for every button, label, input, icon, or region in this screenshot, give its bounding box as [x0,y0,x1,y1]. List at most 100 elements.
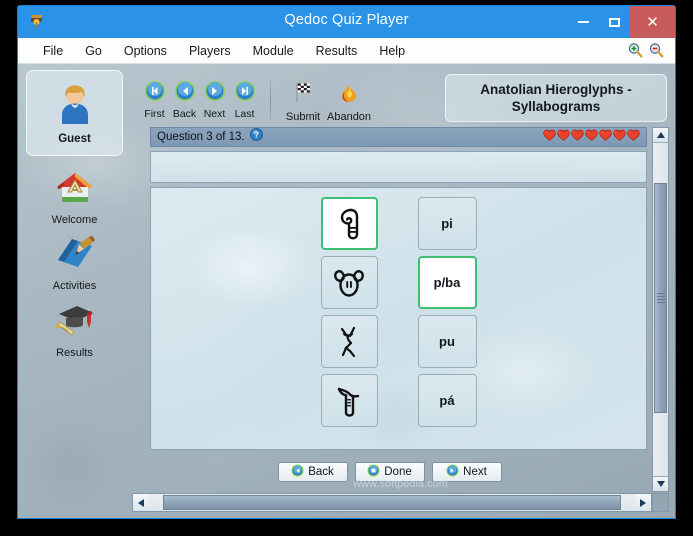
horizontal-scrollbar[interactable] [132,493,652,512]
guest-label: Guest [58,132,91,145]
quiz-button-row: Back Done Next [132,462,647,482]
book-pen-icon [53,234,97,277]
menu-item-players[interactable]: Players [178,41,242,61]
maximize-button[interactable] [599,6,630,38]
scroll-left-icon[interactable] [133,494,149,511]
previous-icon [174,80,196,107]
menu-item-options[interactable]: Options [113,41,178,61]
glyph-tile-figure[interactable] [320,315,378,368]
question-status: Question 3 of 13. [157,131,245,143]
user-avatar-icon [55,82,95,131]
zoom-in-icon[interactable] [627,42,644,64]
menu-item-go[interactable]: Go [74,41,113,61]
application-window: Qedoc Quiz Player ✕ File Go Options Play… [18,6,675,518]
menu-item-help[interactable]: Help [368,41,416,61]
sidebar-label-welcome: Welcome [51,214,98,226]
next-label: Next [203,108,226,120]
quiz-back-label: Back [308,466,334,478]
lives-indicator [543,128,640,146]
last-label: Last [234,108,255,120]
zoom-tools [627,42,665,64]
glyph-column [320,197,378,427]
graduation-cap-icon [53,301,97,344]
skip-last-icon [234,80,256,107]
scroll-right-icon[interactable] [635,494,651,511]
module-title-panel: Anatolian Hieroglyphs - Syllabograms [445,74,667,122]
sidebar-item-results[interactable]: Results [26,301,123,359]
heart-icon [613,128,626,146]
heart-icon [599,128,612,146]
quiz-next-button[interactable]: Next [431,462,502,482]
first-button[interactable]: First [140,80,169,120]
sidebar-label-results: Results [56,347,93,359]
answer-tile-pa[interactable]: pá [417,374,477,427]
heart-icon [571,128,584,146]
next-circle-icon [446,464,459,480]
back-button[interactable]: Back [170,80,199,120]
glyph-tile-vessel[interactable] [320,374,378,427]
home-icon [54,168,96,211]
question-header: Question 3 of 13. ? [150,127,647,147]
toolbar: First Back Next Last Submit Abandon [140,70,371,126]
window-controls: ✕ [568,6,675,38]
scrollbar-corner [652,493,669,512]
heart-icon [627,128,640,146]
quiz-done-button[interactable]: Done [354,462,425,482]
vertical-scrollbar[interactable] [652,127,669,492]
scroll-down-icon[interactable] [653,476,668,491]
glyph-tile-animal-head[interactable] [320,256,378,309]
sidebar-label-activities: Activities [52,280,97,292]
heart-icon [543,128,556,146]
submit-button[interactable]: Submit [282,80,324,123]
abandon-button[interactable]: Abandon [327,80,371,123]
quiz-panel: Question 3 of 13. ? pi p/ba pu pá Back D… [132,127,669,512]
glyph-tile-spiral-hook[interactable] [320,197,378,250]
client-area: Guest Welcome Activities Results First B… [18,64,675,518]
checkered-flag-icon [291,80,315,109]
toolbar-separator [270,78,271,122]
action-buttons: Submit Abandon [282,70,371,123]
module-title-line1: Anatolian Hieroglyphs - [480,82,632,97]
abandon-label: Abandon [327,111,372,123]
question-text-panel [150,151,647,183]
last-button[interactable]: Last [230,80,259,120]
answer-tile-p-ba[interactable]: p/ba [417,256,477,309]
sidebar-item-guest[interactable]: Guest [26,70,123,156]
menu-item-file[interactable]: File [32,41,74,61]
back-label: Back [172,108,197,120]
back-circle-icon [291,464,304,480]
svg-text:?: ? [253,130,258,140]
help-question-icon[interactable]: ? [249,128,263,146]
done-circle-icon [367,464,380,480]
sidebar-item-welcome[interactable]: Welcome [26,168,123,226]
answer-tile-pu[interactable]: pu [417,315,477,368]
horizontal-scroll-track[interactable] [149,494,635,511]
navigation-buttons: First Back Next Last [140,70,259,120]
menu-item-module[interactable]: Module [242,41,305,61]
quiz-next-label: Next [463,466,487,478]
scroll-up-icon[interactable] [653,128,668,143]
sidebar: Guest Welcome Activities Results [18,64,132,518]
heart-icon [585,128,598,146]
sidebar-item-activities[interactable]: Activities [26,234,123,292]
module-title-line2: Syllabograms [511,99,601,114]
quiz-done-label: Done [384,466,412,478]
first-label: First [144,108,165,120]
horizontal-scroll-thumb[interactable] [163,495,621,510]
answer-column: pi p/ba pu pá [417,197,477,427]
vertical-scroll-thumb[interactable] [654,183,667,413]
quiz-back-button[interactable]: Back [277,462,348,482]
heart-icon [557,128,570,146]
zoom-out-icon[interactable] [648,42,665,64]
flame-icon [337,80,361,109]
submit-label: Submit [285,111,321,123]
matching-area: pi p/ba pu pá [320,197,477,427]
answer-tile-pi[interactable]: pi [417,197,477,250]
close-button[interactable]: ✕ [630,6,675,38]
minimize-button[interactable] [568,6,599,38]
next-button[interactable]: Next [200,80,229,120]
title-bar: Qedoc Quiz Player ✕ [18,6,675,38]
menu-bar: File Go Options Players Module Results H… [18,38,675,64]
next-icon [204,80,226,107]
menu-item-results[interactable]: Results [305,41,369,61]
